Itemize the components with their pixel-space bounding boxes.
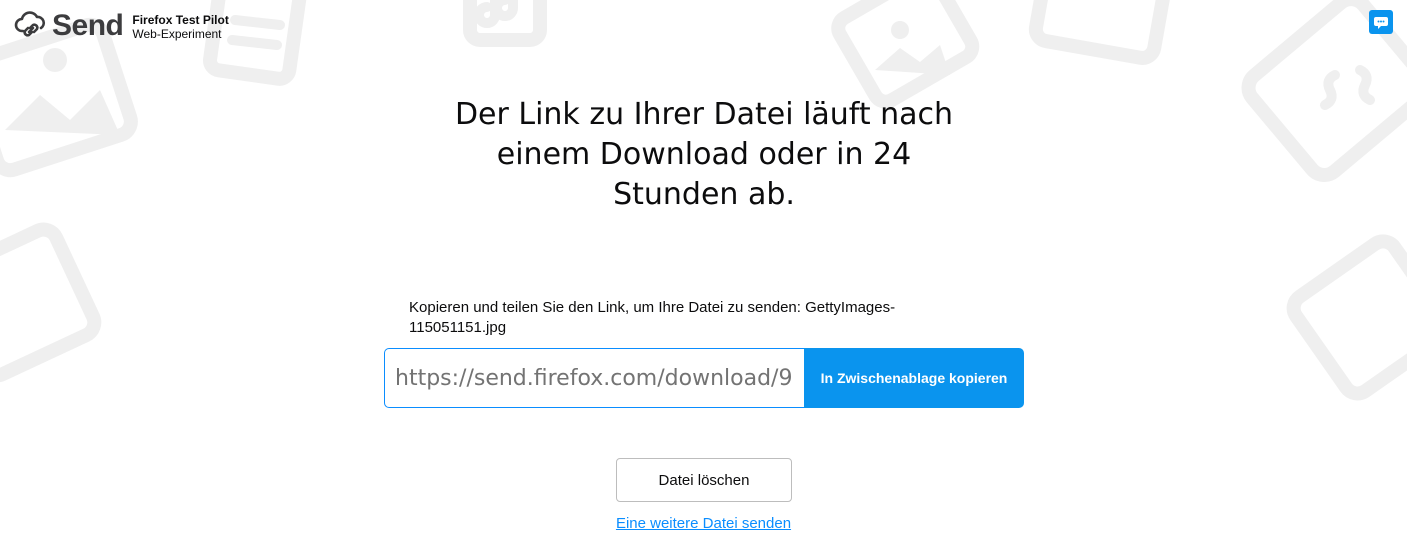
send-another-container: Eine weitere Datei senden <box>0 514 1407 534</box>
feedback-button[interactable] <box>1369 10 1393 34</box>
delete-file-button[interactable]: Datei löschen <box>616 458 792 502</box>
header: Send Firefox Test Pilot Web-Experiment <box>14 9 229 43</box>
cloud-link-icon <box>14 11 46 37</box>
music-doc-shape <box>463 0 547 47</box>
badge-title: Firefox Test Pilot <box>132 13 229 27</box>
logo-wordmark[interactable]: Send <box>52 9 124 43</box>
share-label: Kopieren und teilen Sie den Link, um Ihr… <box>409 299 896 336</box>
page-title: Der Link zu Ihrer Datei läuft nach einem… <box>454 97 954 212</box>
image-card-shape <box>831 0 980 109</box>
copy-to-clipboard-button[interactable]: In Zwischenablage kopieren <box>804 348 1024 408</box>
send-another-file-link[interactable]: Eine weitere Datei senden <box>616 515 791 532</box>
share-link-row: In Zwischenablage kopieren <box>384 348 1024 408</box>
card-shape <box>1286 234 1407 401</box>
card-shape <box>1028 0 1172 65</box>
image-card-shape <box>0 17 138 178</box>
badge-subtitle: Web-Experiment <box>132 27 222 41</box>
share-link-input[interactable] <box>384 348 804 408</box>
test-pilot-badge[interactable]: Firefox Test Pilot Web-Experiment <box>132 11 228 41</box>
chat-bubble-icon <box>1374 17 1388 29</box>
image-card-shape <box>0 222 102 383</box>
